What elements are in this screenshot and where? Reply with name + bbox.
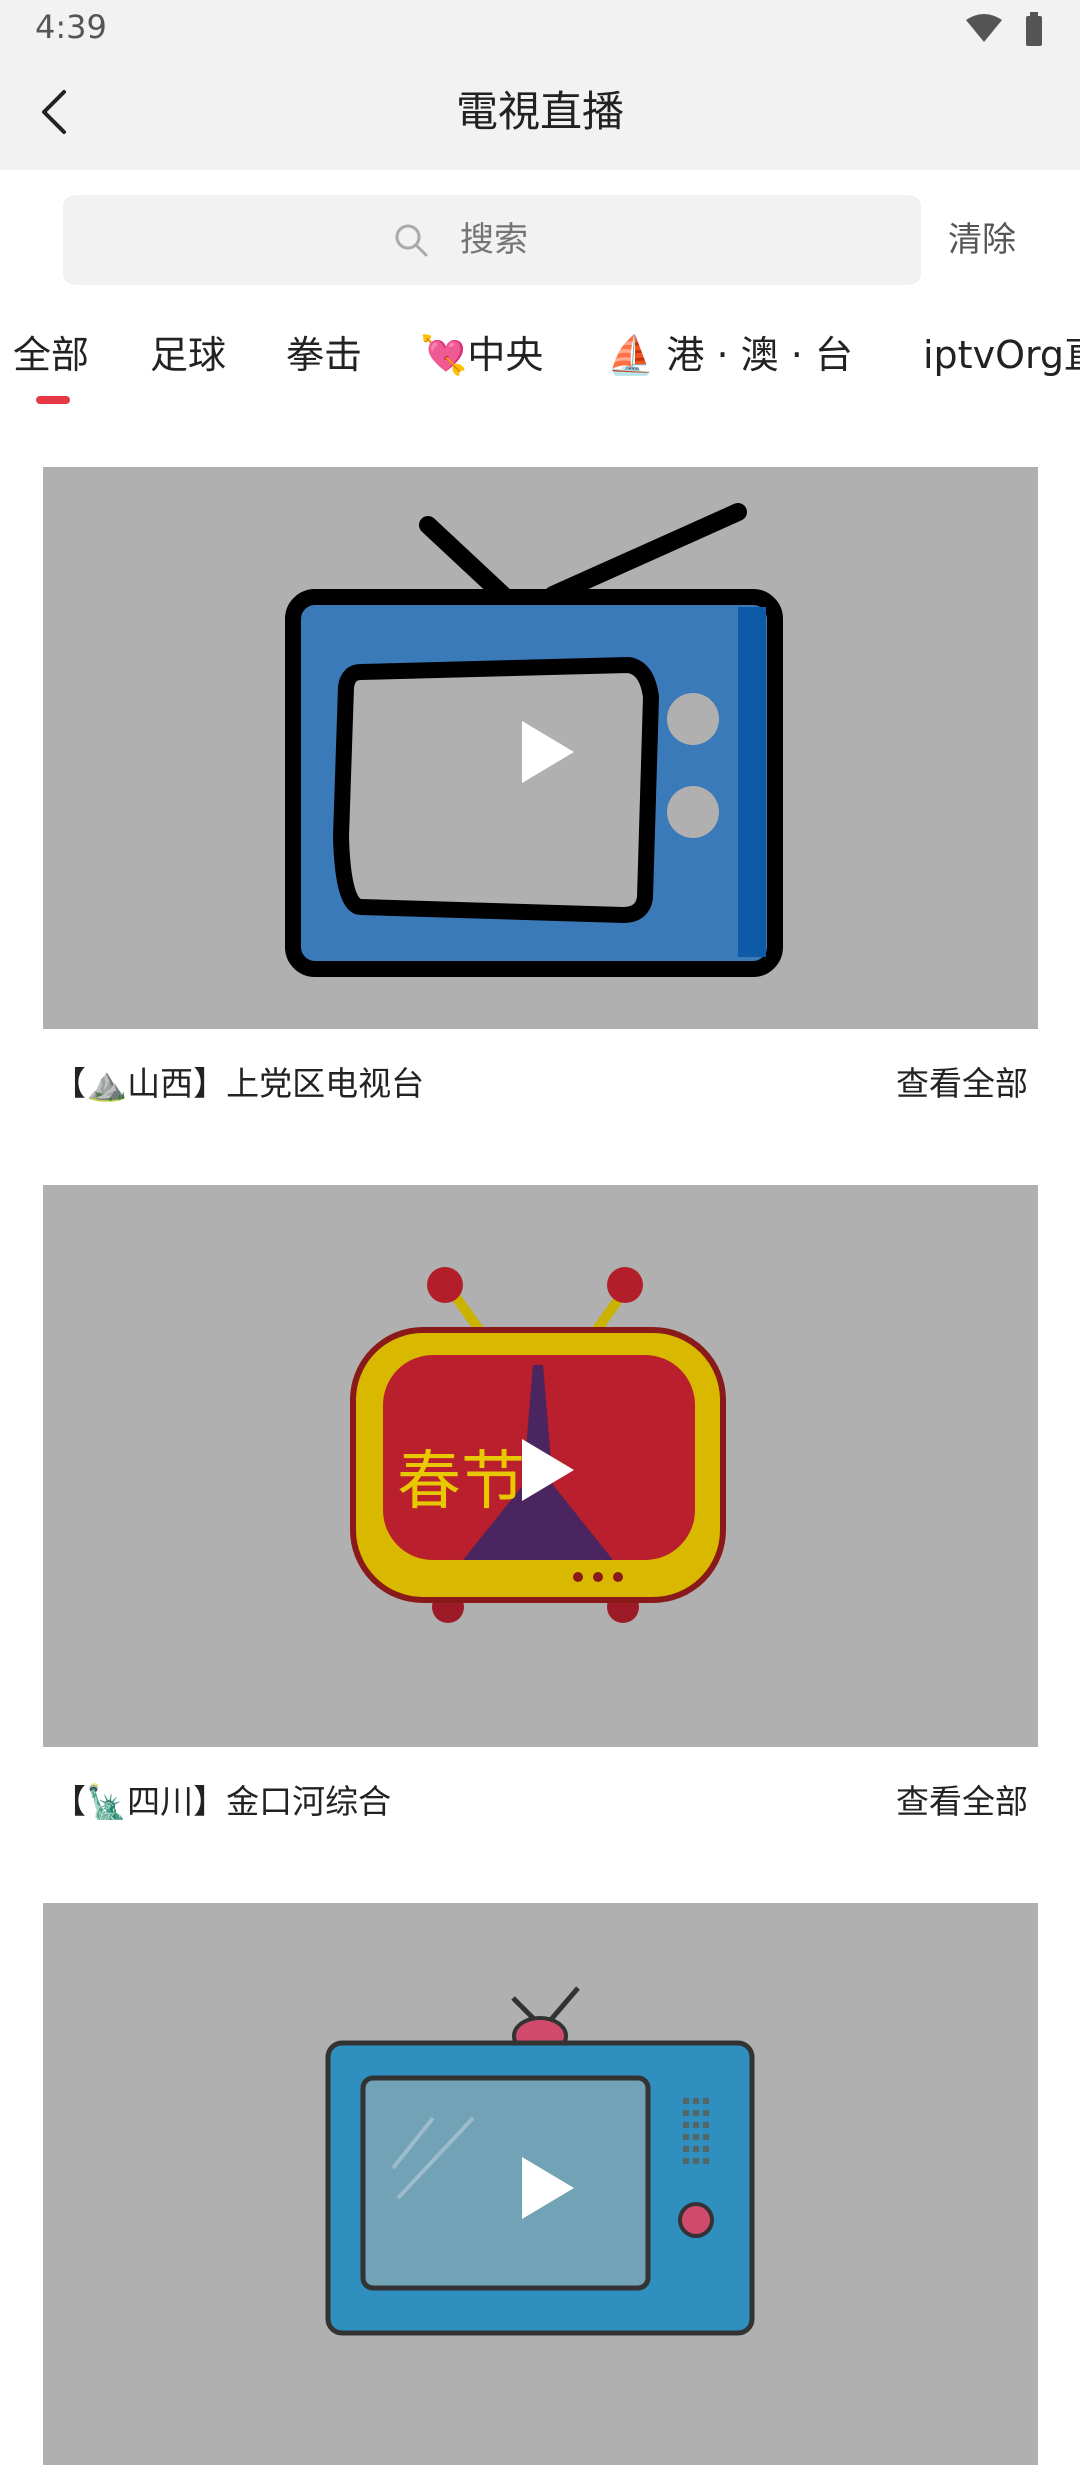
view-all-link[interactable]: 查看全部: [896, 1777, 1028, 1827]
tab-iptvorg[interactable]: iptvOrg直: [923, 330, 1080, 380]
play-icon: [522, 2157, 574, 2219]
channel-card[interactable]: [43, 1903, 1038, 2465]
search-box[interactable]: [63, 195, 921, 285]
channel-caption: 【🗽四川】金口河综合 查看全部: [43, 1747, 1038, 1862]
channel-card[interactable]: 春节 【🗽四川】金口河综合 查看全部: [43, 1185, 1038, 1862]
tab-cctv[interactable]: 💘中央: [420, 330, 543, 380]
status-time: 4:39: [35, 8, 107, 46]
wifi-icon: [966, 14, 1002, 42]
tab-all[interactable]: 全部: [13, 330, 89, 380]
battery-icon: [1026, 12, 1042, 46]
status-bar: 4:39: [0, 0, 1080, 60]
search-row: 清除: [0, 170, 1080, 300]
channel-name: 【⛰️山西】上党区电视台: [53, 1064, 425, 1103]
channel-thumbnail[interactable]: 春节: [43, 1185, 1038, 1747]
search-input[interactable]: [458, 219, 592, 261]
channel-thumbnail[interactable]: [43, 1903, 1038, 2465]
status-icons: [962, 12, 1052, 48]
tab-hk-macau-taiwan[interactable]: ⛵ 港 · 澳 · 台: [607, 330, 853, 380]
channel-name: 【🗽四川】金口河综合: [53, 1782, 392, 1821]
tab-football[interactable]: 足球: [150, 330, 226, 380]
view-all-link[interactable]: 查看全部: [896, 1059, 1028, 1109]
spring-festival-text: 春节: [397, 1445, 525, 1519]
clear-button[interactable]: 清除: [948, 215, 1016, 265]
search-icon: [395, 224, 428, 257]
channel-card[interactable]: 【⛰️山西】上党区电视台 查看全部: [43, 467, 1038, 1144]
page-title: 電視直播: [455, 87, 624, 136]
category-tabs: 全部 足球 拳击 💘中央 ⛵ 港 · 澳 · 台 iptvOrg直: [0, 320, 1080, 410]
app-header: 電視直播: [0, 60, 1080, 170]
channel-caption: 【⛰️山西】上党区电视台 查看全部: [43, 1029, 1038, 1144]
active-tab-indicator: [36, 396, 70, 404]
play-icon: [522, 721, 574, 783]
channel-thumbnail[interactable]: [43, 467, 1038, 1029]
play-icon: [522, 1439, 574, 1501]
tab-boxing[interactable]: 拳击: [286, 330, 362, 380]
